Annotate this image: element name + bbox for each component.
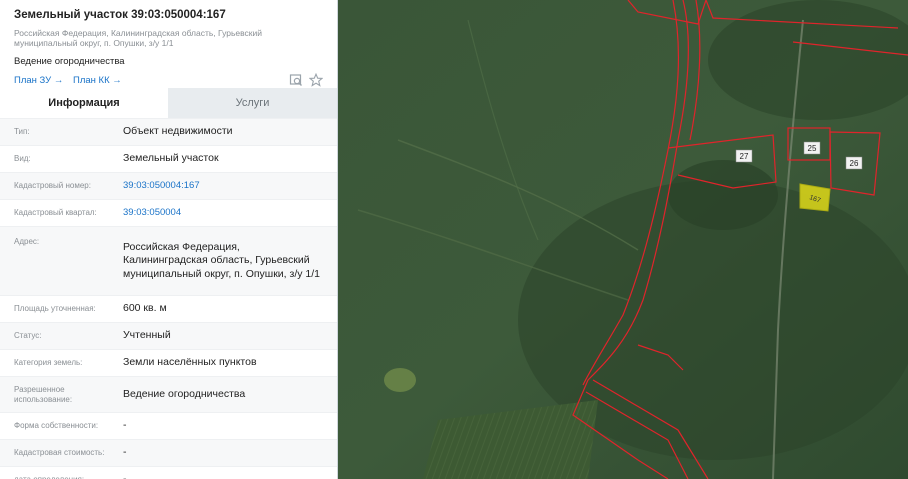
row-value: -: [123, 467, 327, 479]
tab-services[interactable]: Услуги: [168, 88, 337, 118]
row-type: Тип: Объект недвижимости: [0, 118, 337, 145]
parcel-label-27[interactable]: 27: [735, 149, 753, 163]
panel-header: Земельный участок 39:03:050004:167 Росси…: [0, 0, 337, 90]
row-value: -: [123, 446, 127, 459]
map-canvas[interactable]: 27 25 26 167: [338, 0, 908, 479]
row-value: Объект недвижимости: [123, 125, 233, 138]
row-label: Адрес:: [14, 237, 40, 246]
plan-kk-link[interactable]: План КК →: [73, 75, 122, 86]
parcel-label-26[interactable]: 26: [845, 156, 863, 170]
row-value: Российская Федерация, Калининградская об…: [123, 240, 321, 280]
row-land-category: Категория земель: Земли населённых пункт…: [0, 349, 337, 376]
row-label: Тип:: [14, 127, 30, 136]
parcel-address: Российская Федерация, Калининградская об…: [14, 28, 262, 48]
plan-zu-link[interactable]: План ЗУ →: [14, 75, 63, 86]
parcel-label-text: 27: [740, 152, 749, 161]
attribute-table: Тип: Объект недвижимости Вид: Земельный …: [0, 118, 337, 479]
row-status: Статус: Учтенный: [0, 322, 337, 349]
row-cadastral-quarter: Кадастровый квартал: 39:03:050004: [0, 199, 337, 226]
row-label: Кадастровый квартал:: [14, 208, 97, 217]
row-value: Ведение огородничества: [123, 387, 246, 400]
row-label: Вид:: [14, 154, 31, 163]
info-panel: Земельный участок 39:03:050004:167 Росси…: [0, 0, 338, 479]
parcel-label-25[interactable]: 25: [803, 141, 821, 155]
row-area: Площадь уточненная: 600 кв. м: [0, 295, 337, 322]
tab-bar: Информация Услуги: [0, 88, 337, 118]
row-valuation-date: дата определения: -: [0, 466, 337, 479]
row-label: Статус:: [14, 331, 42, 340]
row-ownership: Форма собственности: -: [0, 412, 337, 439]
row-label: дата определения:: [14, 467, 114, 479]
row-permitted-use: Разрешенное использование: Ведение огоро…: [0, 376, 337, 412]
row-value: Земельный участок: [123, 152, 219, 165]
satellite-map[interactable]: 27 25 26 167: [338, 0, 908, 479]
selected-parcel-167[interactable]: 167: [799, 183, 831, 212]
row-label: Разрешенное использование:: [14, 384, 73, 404]
row-label: Площадь уточненная:: [14, 304, 96, 313]
row-value: Земли населённых пунктов: [123, 356, 257, 369]
row-cadastral-value: Кадастровая стоимость: -: [0, 439, 337, 466]
row-address: Адрес: Российская Федерация, Калининград…: [0, 226, 337, 295]
parcel-purpose: Ведение огородничества: [14, 56, 125, 67]
row-cadastral-number: Кадастровый номер: 39:03:050004:167: [0, 172, 337, 199]
search-map-icon[interactable]: [289, 73, 303, 87]
forest-area: [668, 160, 778, 230]
row-label: Форма собственности:: [14, 421, 99, 430]
row-label: Кадастровая стоимость:: [14, 448, 105, 457]
pond: [384, 368, 416, 392]
row-value: Учтенный: [123, 329, 171, 342]
row-label: Кадастровый номер:: [14, 181, 91, 190]
row-value: 600 кв. м: [123, 302, 167, 315]
tab-information[interactable]: Информация: [0, 88, 168, 118]
row-kind: Вид: Земельный участок: [0, 145, 337, 172]
parcel-title: Земельный участок 39:03:050004:167: [14, 9, 226, 21]
cadastral-number-link[interactable]: 39:03:050004:167: [123, 173, 327, 199]
parcel-label-text: 25: [808, 144, 817, 153]
row-label: Категория земель:: [14, 358, 83, 367]
cadastral-quarter-link[interactable]: 39:03:050004: [123, 200, 327, 226]
star-icon[interactable]: [308, 72, 324, 87]
parcel-label-text: 26: [850, 159, 859, 168]
row-value: -: [123, 419, 127, 432]
